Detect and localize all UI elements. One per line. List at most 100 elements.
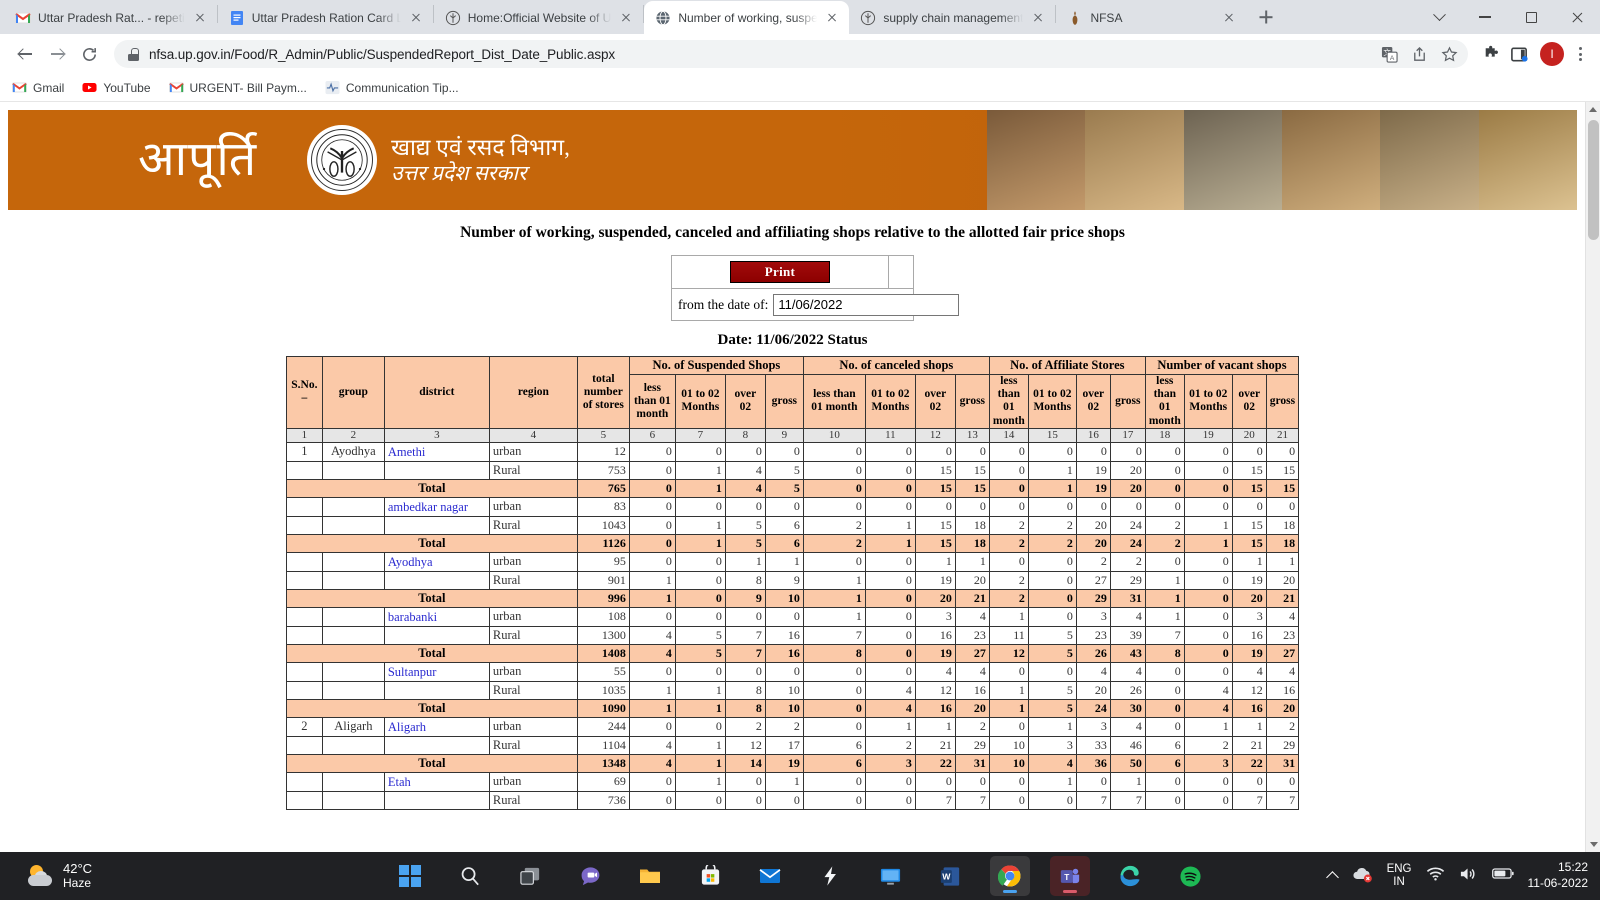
district-link[interactable]: Etah bbox=[388, 775, 411, 789]
new-tab-button[interactable] bbox=[1252, 3, 1280, 31]
remote-desktop-icon[interactable] bbox=[870, 856, 910, 896]
share-icon[interactable] bbox=[1406, 41, 1432, 67]
task-view-icon[interactable] bbox=[510, 856, 550, 896]
reload-button[interactable] bbox=[74, 39, 104, 69]
browser-tab-3[interactable]: Number of working, susper bbox=[644, 1, 850, 34]
close-icon[interactable] bbox=[1221, 10, 1237, 26]
onedrive-error-icon[interactable] bbox=[1351, 865, 1373, 888]
mail-icon[interactable] bbox=[750, 856, 790, 896]
extensions-button[interactable] bbox=[1478, 41, 1504, 67]
column-number-cell: 10 bbox=[802, 427, 866, 443]
browser-tab-1[interactable]: Uttar Pradesh Ration Card L bbox=[217, 1, 433, 34]
chrome-menu-button[interactable] bbox=[1570, 44, 1590, 64]
cell-district[interactable]: ambedkar nagar bbox=[383, 496, 490, 517]
date-input[interactable] bbox=[773, 293, 960, 316]
cell-district[interactable]: Aligarh bbox=[383, 716, 490, 737]
cell-value: 27 bbox=[1075, 570, 1111, 590]
close-icon[interactable] bbox=[408, 10, 424, 26]
battery-icon[interactable] bbox=[1491, 867, 1514, 885]
bookmark-gmail[interactable]: Gmail bbox=[12, 80, 64, 95]
side-panel-button[interactable] bbox=[1506, 41, 1532, 67]
word-icon[interactable]: W bbox=[930, 856, 970, 896]
bookmark-label: URGENT- Bill Paym... bbox=[189, 80, 307, 95]
shareit-icon[interactable] bbox=[810, 856, 850, 896]
cell-value: 3 bbox=[1075, 716, 1111, 737]
table-row: ambedkar nagar urban 83 0 0 0 0 0 0 0 0 0 0 0 0 0 0 0 0 bbox=[285, 496, 1300, 517]
close-icon[interactable] bbox=[1030, 10, 1046, 26]
cell-district[interactable]: Sultanpur bbox=[383, 661, 490, 682]
scrollbar-thumb[interactable] bbox=[1588, 120, 1599, 240]
bookmark-star-icon[interactable] bbox=[1436, 41, 1462, 67]
total-value-cell: 6 bbox=[802, 753, 866, 773]
close-window-button[interactable] bbox=[1554, 0, 1600, 34]
total-value-cell: 20 bbox=[1265, 698, 1300, 718]
language-indicator[interactable]: ENG IN bbox=[1387, 863, 1412, 889]
bookmark-label: Communication Tip... bbox=[345, 80, 459, 95]
district-link[interactable]: Aligarh bbox=[388, 720, 426, 734]
cell-group bbox=[321, 790, 385, 810]
close-icon[interactable] bbox=[618, 10, 634, 26]
clock[interactable]: 15:22 11-06-2022 bbox=[1528, 860, 1589, 891]
start-windows-icon[interactable] bbox=[390, 856, 430, 896]
cell-value: 7 bbox=[1109, 790, 1146, 810]
cell-value: 0 bbox=[914, 771, 956, 792]
volume-icon[interactable] bbox=[1459, 866, 1478, 887]
cell-region: urban bbox=[488, 661, 578, 682]
cell-value: 18 bbox=[954, 515, 990, 535]
browser-tab-0[interactable]: Uttar Pradesh Rat... - repeti bbox=[4, 1, 217, 34]
total-value-cell: 1 bbox=[674, 753, 726, 773]
translate-icon[interactable]: 文A bbox=[1376, 41, 1402, 67]
cell-sno bbox=[285, 515, 323, 535]
close-icon[interactable] bbox=[192, 10, 208, 26]
total-value-cell: 24 bbox=[1109, 533, 1146, 553]
page-scrollbar[interactable] bbox=[1585, 102, 1600, 852]
microsoft-store-icon[interactable] bbox=[690, 856, 730, 896]
maximize-icon bbox=[1525, 11, 1537, 23]
teams-icon[interactable]: T bbox=[1050, 856, 1090, 896]
wifi-icon[interactable] bbox=[1426, 866, 1445, 887]
cell-district[interactable]: Amethi bbox=[383, 441, 490, 462]
cell-district[interactable]: barabanki bbox=[383, 606, 490, 627]
address-bar[interactable]: nfsa.up.gov.in/Food/R_Admin/Public/Suspe… bbox=[114, 40, 1468, 68]
cell-value: 0 bbox=[1265, 771, 1300, 792]
search-icon[interactable] bbox=[450, 856, 490, 896]
spotify-icon[interactable] bbox=[1170, 856, 1210, 896]
cell-district[interactable]: Ayodhya bbox=[383, 551, 490, 572]
file-explorer-icon[interactable] bbox=[630, 856, 670, 896]
browser-tab-5[interactable]: NFSA bbox=[1056, 1, 1247, 34]
chrome-icon[interactable] bbox=[990, 856, 1030, 896]
browser-tab-2[interactable]: Home:Official Website of U bbox=[433, 1, 644, 34]
tab-search-button[interactable] bbox=[1416, 0, 1462, 34]
print-button[interactable]: Print bbox=[730, 261, 830, 283]
scroll-down-button[interactable] bbox=[1586, 837, 1600, 852]
bookmark-communication-tips[interactable]: Communication Tip... bbox=[325, 80, 459, 95]
maximize-button[interactable] bbox=[1508, 0, 1554, 34]
close-icon[interactable] bbox=[824, 10, 840, 26]
cell-sno bbox=[285, 680, 323, 700]
cell-value: 0 bbox=[988, 460, 1029, 480]
scroll-up-button[interactable] bbox=[1586, 102, 1600, 117]
cell-district[interactable]: Etah bbox=[383, 771, 490, 792]
district-link[interactable]: barabanki bbox=[388, 610, 437, 624]
total-value-cell: 16 bbox=[914, 698, 956, 718]
district-link[interactable]: Amethi bbox=[388, 445, 426, 459]
back-button[interactable] bbox=[10, 39, 40, 69]
edge-icon[interactable] bbox=[1110, 856, 1150, 896]
cell-value: 0 bbox=[674, 716, 726, 737]
browser-tab-4[interactable]: supply chain management bbox=[849, 1, 1056, 34]
bookmark-youtube[interactable]: YouTube bbox=[82, 80, 151, 95]
cell-value: 0 bbox=[724, 661, 766, 682]
district-link[interactable]: ambedkar nagar bbox=[388, 500, 468, 514]
total-value-cell: 3 bbox=[1183, 753, 1233, 773]
teams-chat-icon[interactable] bbox=[570, 856, 610, 896]
table-row: Etah urban 69 0 1 0 1 0 0 0 0 0 1 0 1 0 0 0 0 bbox=[285, 771, 1300, 792]
weather-widget[interactable]: 42°C Haze bbox=[28, 861, 92, 891]
show-hidden-icons-button[interactable] bbox=[1325, 871, 1339, 884]
district-link[interactable]: Sultanpur bbox=[388, 665, 437, 679]
sub-header-canc-over2: over 02 bbox=[914, 374, 956, 429]
bookmark-urgent-bill-payment[interactable]: URGENT- Bill Paym... bbox=[168, 80, 307, 95]
minimize-button[interactable] bbox=[1462, 0, 1508, 34]
profile-avatar[interactable]: I bbox=[1540, 42, 1564, 66]
district-link[interactable]: Ayodhya bbox=[388, 555, 433, 569]
forward-button[interactable] bbox=[42, 39, 72, 69]
